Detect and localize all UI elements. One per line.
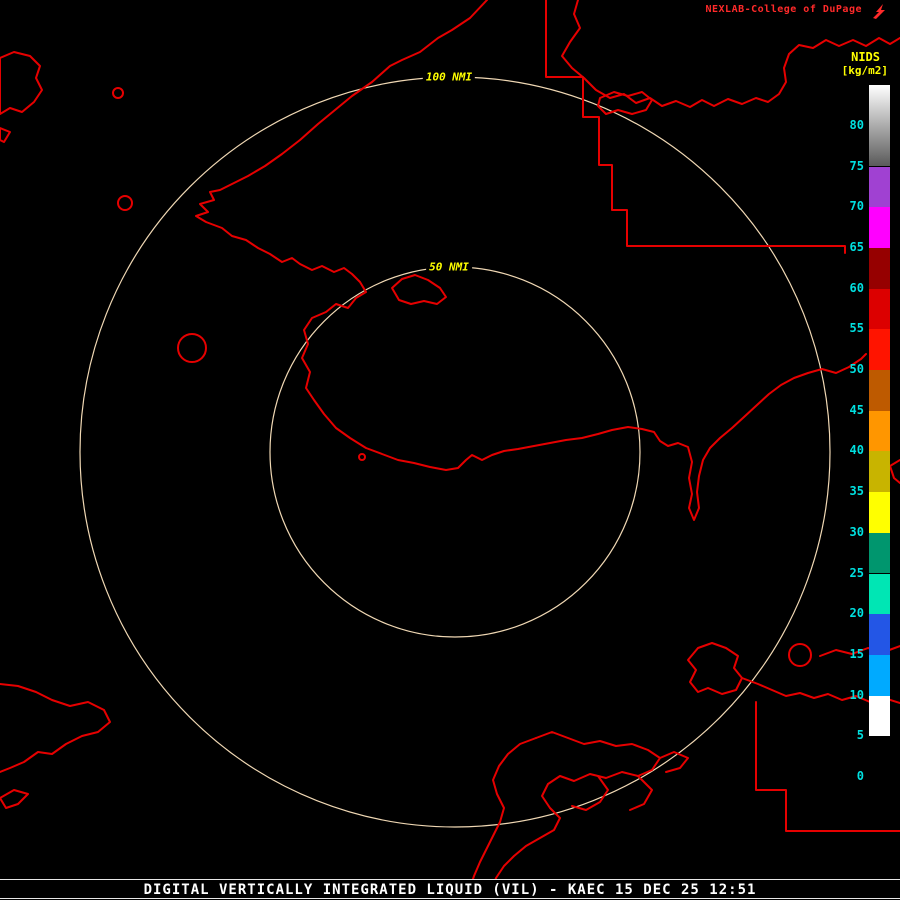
lake-southeast [788, 643, 812, 667]
range-ring-label: 100 NMI [422, 70, 476, 84]
boundary-steps-northeast [545, 0, 846, 254]
topleft-islet [0, 127, 11, 143]
nexlab-credit-text: NEXLAB-College of DuPage [705, 4, 862, 15]
range-ring-100-nmi [79, 76, 831, 828]
delta-channel-2 [629, 775, 653, 811]
southeast-lake-blob [687, 642, 743, 695]
delta-channel-1 [571, 775, 609, 811]
coastline-southeast-upper [819, 645, 900, 657]
small-lake-upper-left [112, 87, 124, 99]
small-lake-northwest [117, 195, 133, 211]
lightning-icon [873, 4, 885, 19]
southwest-peninsula [0, 683, 111, 773]
delta-spur-east [659, 751, 689, 773]
island-dot-center [358, 453, 366, 461]
boundary-steps-southeast [755, 701, 900, 832]
footer-bar: DIGITAL VERTICALLY INTEGRATED LIQUID (VI… [0, 879, 900, 900]
range-ring-50-nmi [269, 266, 641, 638]
coastline-southeast-lower [741, 677, 900, 704]
topleft-island [0, 51, 43, 115]
header-bar: NEXLAB-College of DuPage [0, 0, 900, 24]
coastline-main [195, 0, 867, 521]
delta-east-bank [487, 731, 661, 900]
lagoon-outline [391, 274, 447, 305]
radar-display: 100 NMI 50 NMI 80 75 70 65 60 55 50 45 40 35 30 25 20… [0, 0, 900, 900]
delta-west-bank [467, 737, 537, 900]
footer-divider-bottom [0, 898, 900, 899]
radar-map-canvas [0, 0, 900, 900]
range-ring-label: 50 NMI [426, 260, 472, 274]
southwest-islet [0, 789, 29, 809]
footer-divider-top [0, 879, 900, 880]
northeast-lake-blob [597, 91, 653, 115]
product-title: DIGITAL VERTICALLY INTEGRATED LIQUID (VI… [143, 882, 757, 898]
lake-west [177, 333, 207, 363]
right-edge-coast-piece [889, 459, 900, 484]
